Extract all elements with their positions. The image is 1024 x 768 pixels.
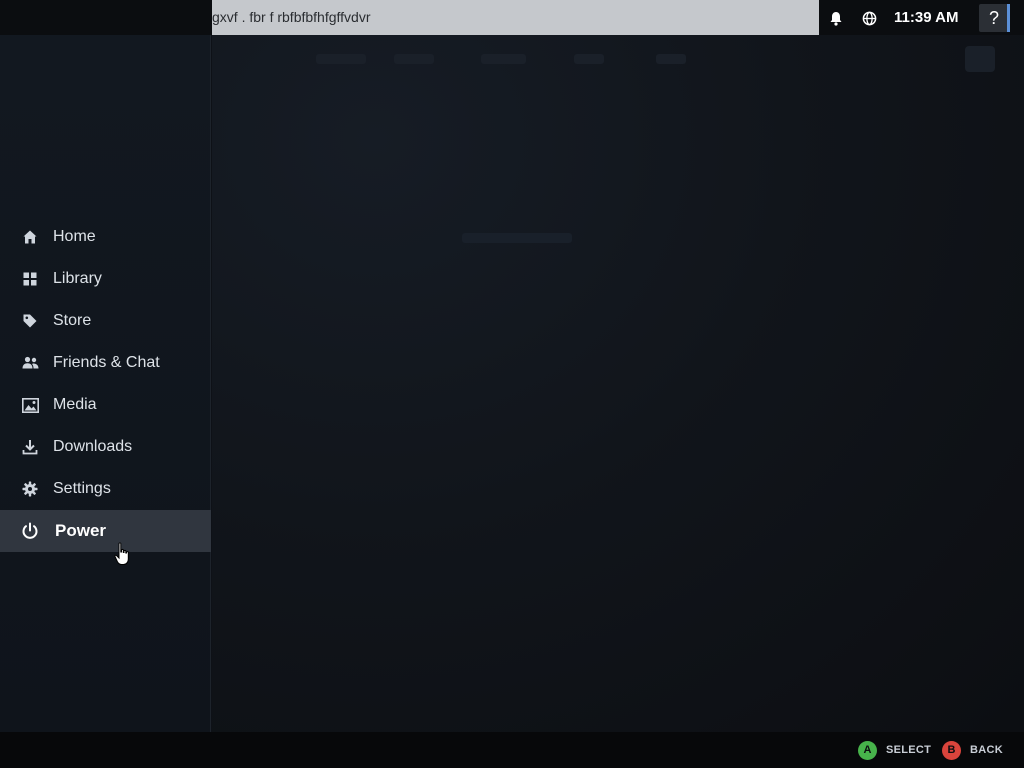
back-hint[interactable]: B BACK bbox=[942, 740, 1003, 760]
menu-item-label: Home bbox=[53, 228, 96, 245]
dimmed-avatar bbox=[965, 46, 995, 72]
hand-pointer-icon bbox=[114, 542, 132, 568]
keyboard-text-input[interactable]: gxvf . fbr f rbfbfbfhfgffvdvr bbox=[212, 0, 819, 35]
back-label: BACK bbox=[970, 744, 1003, 756]
people-icon bbox=[21, 354, 39, 372]
bell-icon[interactable] bbox=[827, 9, 845, 27]
top-bar: gxvf . fbr f rbfbfbfhfgffvdvr 11:39 AM ? bbox=[0, 0, 1024, 35]
dimmed-tab-strip bbox=[316, 50, 1016, 70]
globe-icon[interactable] bbox=[860, 9, 878, 27]
steam-deck-screen: gxvf . fbr f rbfbfbfhfgffvdvr 11:39 AM ?… bbox=[0, 0, 1024, 768]
menu-item-power[interactable]: Power bbox=[0, 510, 211, 552]
clock: 11:39 AM bbox=[894, 9, 959, 26]
main-menu: Home Library Store Friends & Chat Media … bbox=[0, 216, 211, 552]
dimmed-heading bbox=[462, 233, 572, 243]
menu-item-media[interactable]: Media bbox=[0, 384, 211, 426]
image-icon bbox=[21, 396, 39, 414]
menu-item-home[interactable]: Home bbox=[0, 216, 211, 258]
power-icon bbox=[21, 522, 39, 540]
gear-icon bbox=[21, 480, 39, 498]
menu-item-label: Library bbox=[53, 270, 102, 287]
menu-item-label: Media bbox=[53, 396, 97, 413]
menu-item-label: Store bbox=[53, 312, 92, 329]
menu-item-store[interactable]: Store bbox=[0, 300, 211, 342]
menu-item-label: Power bbox=[55, 521, 107, 540]
menu-item-label: Downloads bbox=[53, 438, 133, 455]
home-icon bbox=[21, 228, 39, 246]
menu-item-settings[interactable]: Settings bbox=[0, 468, 211, 510]
download-icon bbox=[21, 438, 39, 456]
menu-item-label: Settings bbox=[53, 480, 111, 497]
tag-icon bbox=[21, 312, 39, 330]
grid-icon bbox=[21, 270, 39, 288]
status-area: 11:39 AM ? bbox=[819, 0, 1024, 35]
menu-item-label: Friends & Chat bbox=[53, 354, 160, 371]
select-hint[interactable]: A SELECT bbox=[858, 740, 932, 760]
main-content-background bbox=[212, 35, 1024, 732]
menu-item-library[interactable]: Library bbox=[0, 258, 211, 300]
menu-item-downloads[interactable]: Downloads bbox=[0, 426, 211, 468]
a-button-icon: A bbox=[858, 740, 877, 760]
menu-item-friends-chat[interactable]: Friends & Chat bbox=[0, 342, 211, 384]
main-menu-sidebar: Home Library Store Friends & Chat Media … bbox=[0, 35, 211, 732]
b-button-icon: B bbox=[942, 740, 961, 760]
select-label: SELECT bbox=[886, 744, 932, 756]
help-button[interactable]: ? bbox=[979, 4, 1009, 32]
focus-accent bbox=[1007, 4, 1010, 32]
bottom-hint-bar: A SELECT B BACK bbox=[0, 732, 1024, 768]
